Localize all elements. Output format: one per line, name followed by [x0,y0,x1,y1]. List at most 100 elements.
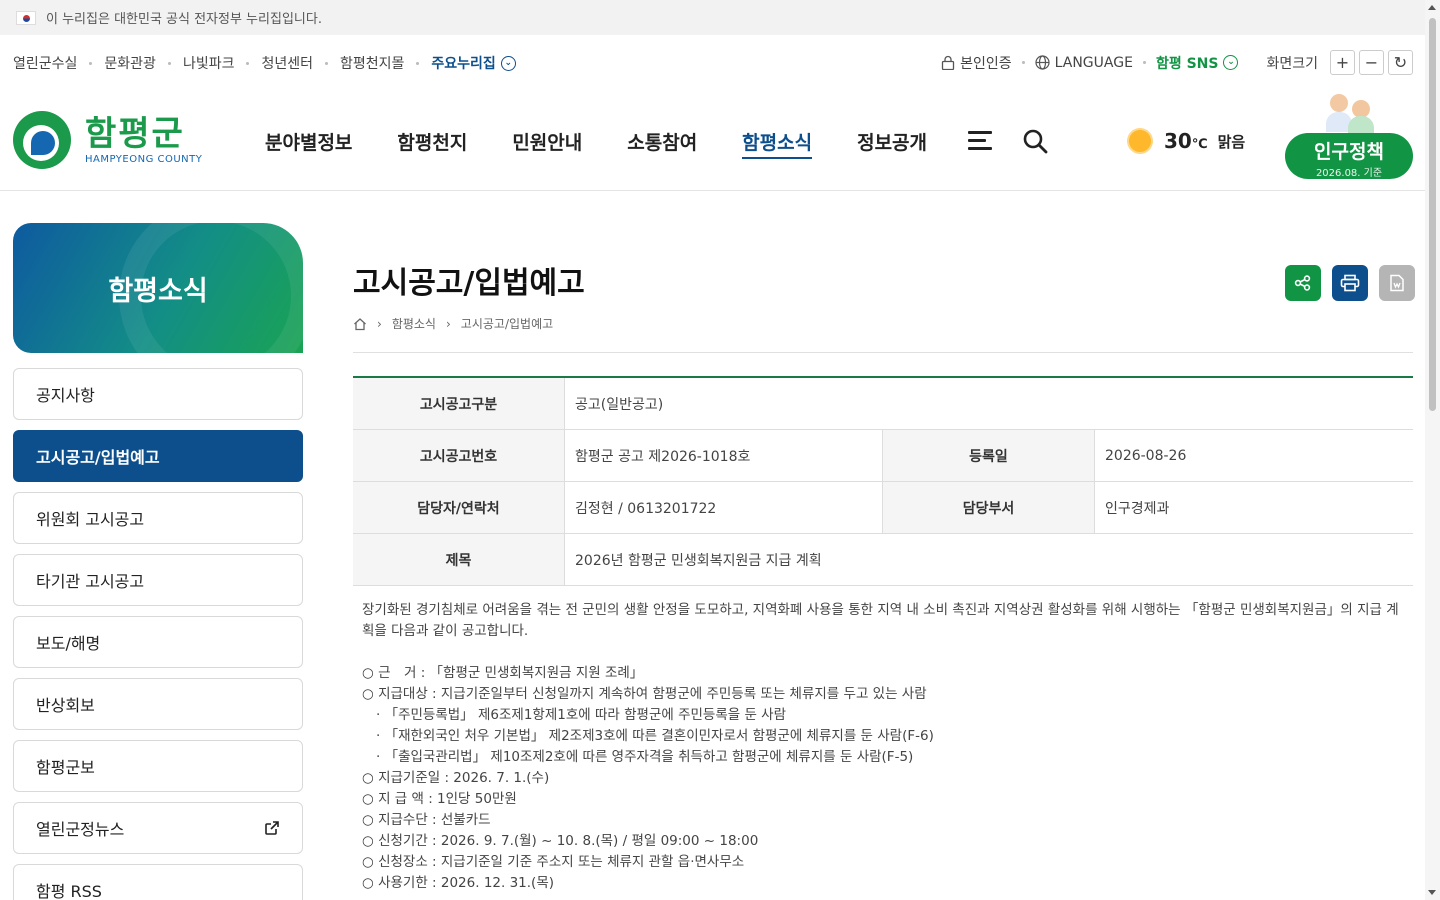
sidebar-item-label: 함평군보 [36,758,95,777]
document-icon [1390,274,1404,292]
scroll-up-icon[interactable] [1428,5,1436,10]
breadcrumb-item[interactable]: 함평소식 [392,315,436,332]
page-scrollbar[interactable] [1425,0,1440,900]
sidebar-item-label: 타기관 고시공고 [36,572,145,591]
list-item: ○ 지급수단 : 선불카드 [362,812,491,828]
list-item: ○ 근 거 : 「함평군 민생회복지원금 지원 조례」 [362,665,644,681]
divider [353,352,1413,353]
all-menu-icon[interactable] [968,131,992,151]
auth-label: 본인인증 [960,55,1012,72]
zoom-label: 화면크기 [1266,55,1318,72]
table-row: 제목 2026년 함평군 민생회복지원금 지급 계획 [353,534,1413,586]
list-item: · 「출입국관리법」 제10조제2호에 따른 영주자격을 취득하고 함평군에 체… [376,749,914,765]
korea-flag-icon [16,10,36,25]
util-link-mayor[interactable]: 열린군수실 [13,53,77,73]
share-button[interactable] [1285,265,1321,301]
sidebar-item-banbanghoe[interactable]: 반상회보 [13,678,303,730]
sidebar-item-press[interactable]: 보도/해명 [13,616,303,668]
util-link-culture[interactable]: 문화관광 [104,53,156,73]
main-nav: 분야별정보 함평천지 민원안내 소통참여 함평소식 정보공개 [265,128,927,159]
sidebar-item-committee[interactable]: 위원회 고시공고 [13,492,303,544]
notice-intro: 장기화된 경기침체로 어려움을 겪는 전 군민의 생활 안정을 도모하고, 지역… [362,602,1399,639]
date-label: 등록일 [883,430,1095,481]
notice-info-table: 고시공고구분 공고(일반공고) 고시공고번호 함평군 공고 제2026-1018… [353,376,1413,586]
utility-links: 열린군수실 문화관광 나빛파크 청년센터 함평천지몰 주요누리집 ⌄ [13,53,516,73]
lock-icon [941,55,955,70]
people-illustration-icon [1316,92,1380,136]
table-row: 담당자/연락처 김정현 / 0613201722 담당부서 인구경제과 [353,482,1413,534]
population-policy-button[interactable]: 인구정책 2026.08. 기준 [1285,133,1413,179]
nav-item-participation[interactable]: 소통참여 [627,128,697,159]
sidebar-menu: 공지사항 고시공고/입법예고 위원회 고시공고 타기관 고시공고 보도/해명 반… [13,368,303,900]
document-button[interactable] [1379,265,1415,301]
sidebar-item-label: 고시공고/입법예고 [36,448,160,467]
logo-name-ko: 함평군 [85,113,185,154]
printer-icon [1340,274,1360,292]
table-row: 고시공고번호 함평군 공고 제2026-1018호 등록일 2026-08-26 [353,430,1413,482]
date-value: 2026-08-26 [1105,447,1187,464]
share-icon [1294,275,1311,291]
scroll-down-icon[interactable] [1428,890,1436,895]
sidebar-item-notices[interactable]: 공지사항 [13,368,303,420]
subject-label: 제목 [353,534,565,585]
contact-label: 담당자/연락처 [353,482,565,533]
util-link-youth-center[interactable]: 청년센터 [261,53,313,73]
department-label: 담당부서 [883,482,1095,533]
sidebar-item-label: 보도/해명 [36,634,101,653]
nav-item-news[interactable]: 함평소식 [742,128,813,159]
sidebar-item-announcements[interactable]: 고시공고/입법예고 [13,430,303,482]
sidebar-item-label: 공지사항 [36,386,95,405]
sidebar-title: 함평소식 [13,223,303,353]
sidebar-item-open-news[interactable]: 열린군정뉴스 [13,802,303,854]
site-logo[interactable]: 함평군 HAMPYEONG COUNTY [13,111,202,169]
list-item: · 「재한외국인 처우 기본법」 제2조제3호에 따른 결혼이민자로서 함평군에… [376,728,934,744]
list-item: ○ 신청기간 : 2026. 9. 7.(월) ~ 10. 8.(목) / 평일… [362,833,759,849]
notice-body: 장기화된 경기침체로 어려움을 겪는 전 군민의 생활 안정을 도모하고, 지역… [362,600,1402,894]
department-value: 인구경제과 [1105,500,1170,517]
breadcrumb-item[interactable]: 고시공고/입법예고 [461,315,553,332]
featured-sites-label: 주요누리집 [431,56,496,72]
print-button[interactable] [1332,265,1368,301]
sidebar-item-label: 열린군정뉴스 [36,820,125,839]
population-title: 인구정책 [1314,141,1384,163]
table-row: 고시공고구분 공고(일반공고) [353,378,1413,430]
nav-item-civil[interactable]: 민원안내 [512,128,582,159]
weather-status: 맑음 [1217,132,1246,151]
nav-item-field-info[interactable]: 분야별정보 [265,128,352,159]
sidebar-item-rss[interactable]: 함평 RSS [13,864,303,900]
auth-link[interactable]: 본인인증 [941,53,1012,73]
type-label: 고시공고구분 [353,378,565,429]
contact-value: 김정현 / 0613201722 [565,482,883,533]
population-date: 2026.08. 기준 [1315,168,1383,179]
sidebar-item-gazette[interactable]: 함평군보 [13,740,303,792]
home-icon[interactable] [353,317,367,331]
sidebar-item-other-agencies[interactable]: 타기관 고시공고 [13,554,303,606]
zoom-in-button[interactable]: + [1330,50,1355,75]
sun-icon [1126,127,1154,155]
featured-sites-dropdown[interactable]: 주요누리집 ⌄ [431,53,516,73]
zoom-reset-button[interactable]: ↻ [1388,50,1413,75]
nav-item-hampyeong[interactable]: 함평천지 [397,128,467,159]
temperature: 30℃ [1164,129,1208,153]
logo-mark-icon [13,111,71,169]
chevron-down-icon: ⌄ [1223,55,1239,70]
zoom-out-button[interactable]: − [1359,50,1384,75]
sns-dropdown[interactable]: 함평 SNS ⌄ [1156,53,1239,73]
language-link[interactable]: LANGUAGE [1035,55,1133,71]
notice-details: ○ 근 거 : 「함평군 민생회복지원금 지원 조례」 ○ 지급대상 : 지급기… [362,663,1402,894]
chevron-right-icon: › [445,316,451,331]
sns-label: 함평 SNS [1155,55,1219,72]
util-link-mall[interactable]: 함평천지몰 [340,53,404,73]
search-icon[interactable] [1022,128,1048,154]
number-value: 함평군 공고 제2026-1018호 [565,430,883,481]
scroll-thumb[interactable] [1429,18,1436,411]
nav-item-disclosure[interactable]: 정보공개 [857,128,927,159]
util-link-nabit-park[interactable]: 나빛파크 [183,53,235,73]
logo-name-en: HAMPYEONG COUNTY [85,153,203,165]
page-title: 고시공고/입법예고 [353,266,585,301]
external-link-icon [265,821,279,835]
list-item: ○ 지급기준일 : 2026. 7. 1.(수) [362,770,550,786]
page-tools [1285,265,1415,301]
list-item: ○ 지 급 액 : 1인당 50만원 [362,791,517,807]
utility-right: 본인인증 LANGUAGE 함평 SNS ⌄ 화면크기 + − ↻ [941,50,1413,75]
